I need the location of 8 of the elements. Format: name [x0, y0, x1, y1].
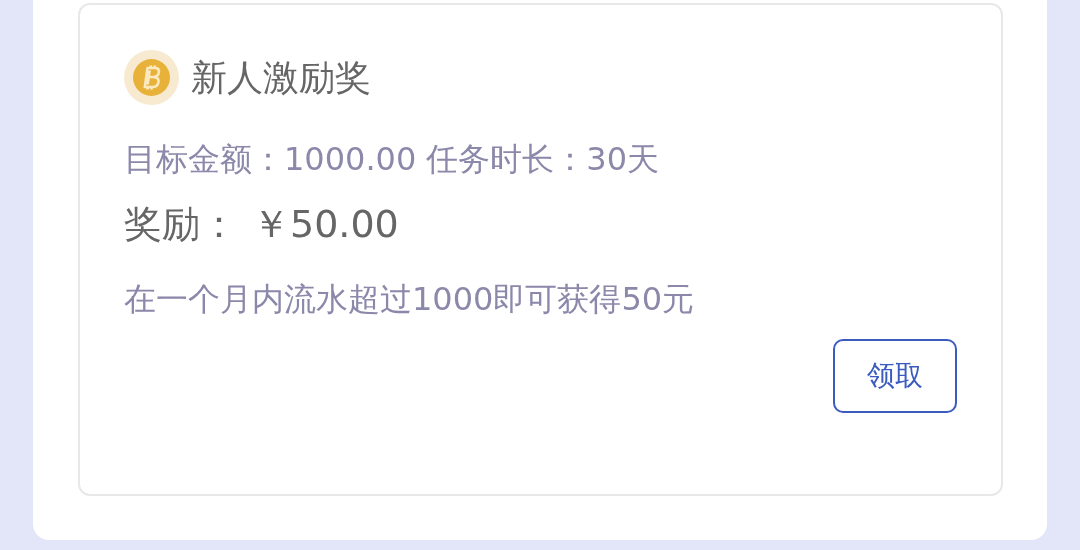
bitcoin-coin-icon [124, 50, 179, 105]
reward-amount: ￥50.00 [252, 205, 399, 243]
reward-label: 奖励： [124, 205, 238, 243]
task-info: 任务时长：30天 [426, 143, 660, 175]
task-description: 在一个月内流水超过1000即可获得50元 [124, 283, 696, 315]
card-title: 新人激励奖 [191, 59, 371, 96]
claim-button[interactable]: 领取 [833, 339, 957, 413]
task-info: 目标金额：1000.00 [124, 143, 417, 175]
